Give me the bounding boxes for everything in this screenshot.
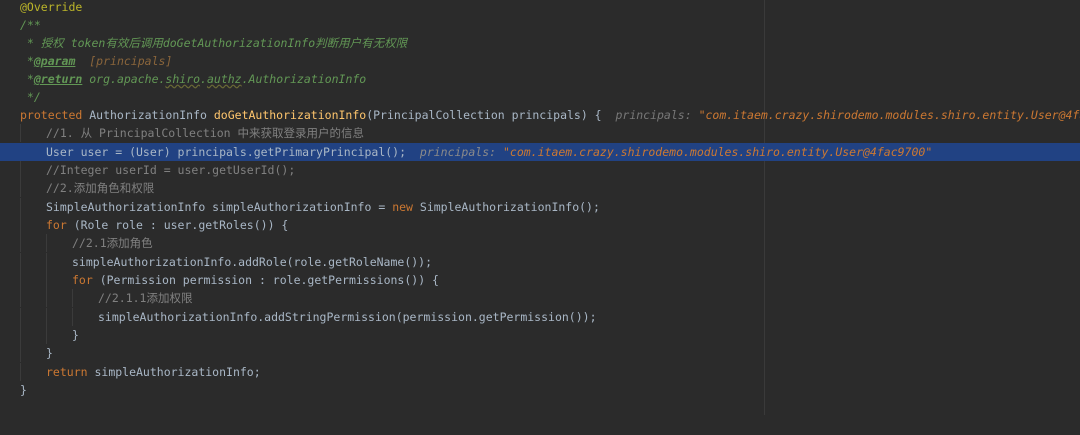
code-editor[interactable]: @Override /** * 授权 token有效后调用doGetAuthor…	[0, 0, 1080, 415]
override-annotation: @Override	[20, 0, 83, 14]
code-line-17[interactable]: //2.1.1添加权限	[0, 289, 1080, 307]
doc-comment-close: */	[20, 90, 41, 104]
code-line-11[interactable]: //2.添加角色和权限	[0, 179, 1080, 197]
code-line-18[interactable]: simpleAuthorizationInfo.addStringPermiss…	[0, 308, 1080, 326]
inline-debug-hint-label: principals:	[419, 145, 503, 159]
code-line-8[interactable]: //1. 从 PrincipalCollection 中来获取登录用户的信息	[0, 124, 1080, 142]
doc-param-name: [principals]	[75, 54, 173, 68]
code-line-22[interactable]: }	[0, 381, 1080, 399]
code-line-1[interactable]: @Override	[0, 0, 1080, 16]
inline-debug-hint-label: principals:	[615, 108, 699, 122]
doc-param-tag: @param	[33, 54, 76, 68]
code-line-3[interactable]: * 授权 token有效后调用doGetAuthorizationInfo判断用…	[0, 34, 1080, 52]
code-line-5[interactable]: *@return org.apache.shiro.authz.Authoriz…	[0, 70, 1080, 88]
code-line-9-current-execution[interactable]: User user = (User) principals.getPrimary…	[0, 143, 1080, 161]
inline-debug-hint-value: "com.itaem.crazy.shirodemo.modules.shiro…	[502, 145, 933, 159]
code-line-14[interactable]: //2.1添加角色	[0, 234, 1080, 252]
code-line-7[interactable]: protected AuthorizationInfo doGetAuthori…	[0, 106, 1080, 124]
doc-return-tag: @return	[33, 72, 83, 86]
code-line-15[interactable]: simpleAuthorizationInfo.addRole(role.get…	[0, 253, 1080, 271]
code-line-13[interactable]: for (Role role : user.getRoles()) {	[0, 216, 1080, 234]
code-line-10[interactable]: //Integer userId = user.getUserId();	[0, 161, 1080, 179]
doc-comment-open: /**	[20, 18, 41, 32]
doc-comment-description: 授权 token有效后调用doGetAuthorizationInfo判断用户有…	[40, 36, 408, 50]
code-line-4[interactable]: *@param [principals]	[0, 52, 1080, 70]
code-line-21[interactable]: return simpleAuthorizationInfo;	[0, 363, 1080, 381]
inline-debug-hint-value: "com.itaem.crazy.shirodemo.modules.shiro…	[698, 108, 1080, 122]
code-line-6[interactable]: */	[0, 88, 1080, 106]
method-name: doGetAuthorizationInfo	[213, 108, 367, 122]
code-line-20[interactable]: }	[0, 344, 1080, 362]
code-line-19[interactable]: }	[0, 326, 1080, 344]
code-line-2[interactable]: /**	[0, 16, 1080, 34]
code-line-16[interactable]: for (Permission permission : role.getPer…	[0, 271, 1080, 289]
code-line-12[interactable]: SimpleAuthorizationInfo simpleAuthorizat…	[0, 198, 1080, 216]
